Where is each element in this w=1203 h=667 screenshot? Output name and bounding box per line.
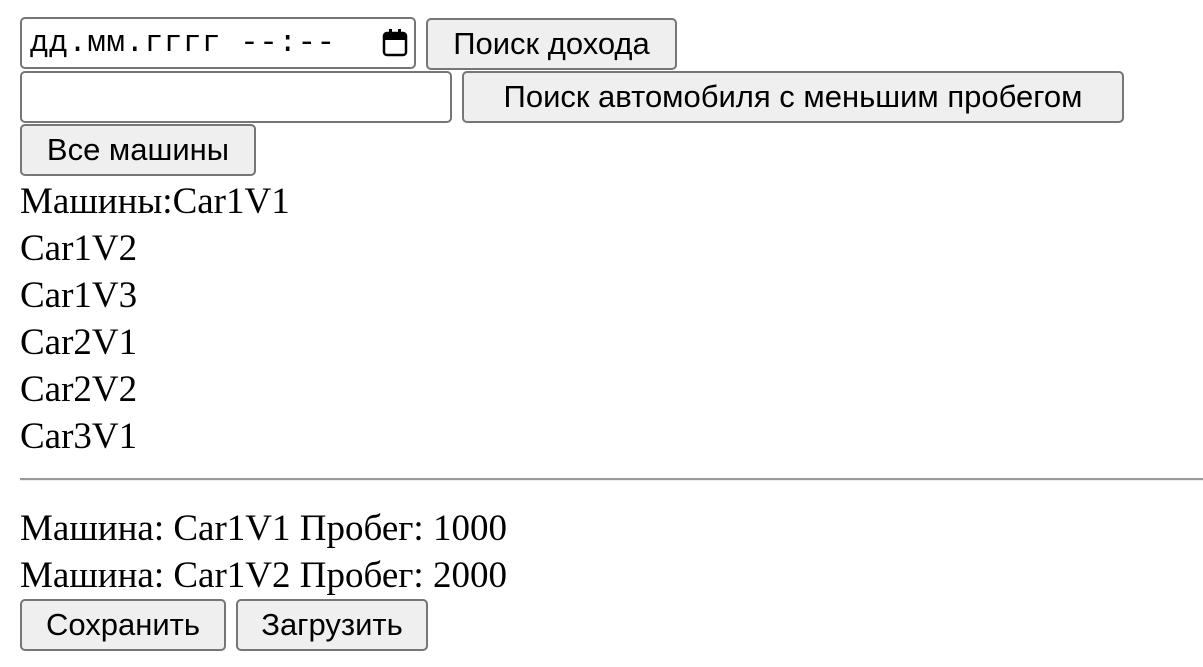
load-button[interactable]: Загрузить bbox=[236, 599, 428, 651]
car-item: Car2V1 bbox=[20, 322, 138, 363]
car-name: Car1V1 bbox=[173, 508, 291, 549]
car-label: Машина: bbox=[20, 508, 165, 549]
car-item: Car1V3 bbox=[20, 275, 138, 316]
car-item: Car3V1 bbox=[20, 416, 138, 457]
income-search-button[interactable]: Поиск дохода bbox=[426, 18, 677, 70]
car-name: Car1V2 bbox=[173, 555, 291, 596]
car-item: Car2V2 bbox=[20, 369, 138, 410]
divider bbox=[20, 478, 1203, 481]
save-button[interactable]: Сохранить bbox=[20, 599, 226, 651]
car-item: Car1V1 bbox=[172, 181, 290, 222]
all-cars-button[interactable]: Все машины bbox=[20, 124, 256, 176]
mileage-value: 2000 bbox=[432, 555, 507, 596]
car-item: Car1V2 bbox=[20, 228, 138, 269]
mileage-label: Пробег: bbox=[299, 508, 424, 549]
calendar-icon[interactable] bbox=[382, 29, 408, 57]
datetime-placeholder: дд.мм.гггг --:-- bbox=[30, 25, 336, 61]
datetime-input[interactable]: дд.мм.гггг --:-- bbox=[20, 17, 416, 69]
mileage-result-row: Машина: Car1V2 Пробег: 2000 bbox=[20, 552, 507, 599]
mileage-label: Пробег: bbox=[299, 555, 424, 596]
mileage-result-row: Машина: Car1V1 Пробег: 1000 bbox=[20, 505, 507, 552]
mileage-search-input[interactable] bbox=[20, 71, 452, 123]
mileage-value: 1000 bbox=[432, 508, 507, 549]
car-label: Машина: bbox=[20, 555, 165, 596]
min-mileage-search-button[interactable]: Поиск автомобиля с меньшим пробегом bbox=[462, 71, 1124, 123]
cars-list-prefix: Машины: bbox=[20, 181, 173, 222]
cars-list-line: Машины:Car1V1 bbox=[20, 178, 290, 225]
